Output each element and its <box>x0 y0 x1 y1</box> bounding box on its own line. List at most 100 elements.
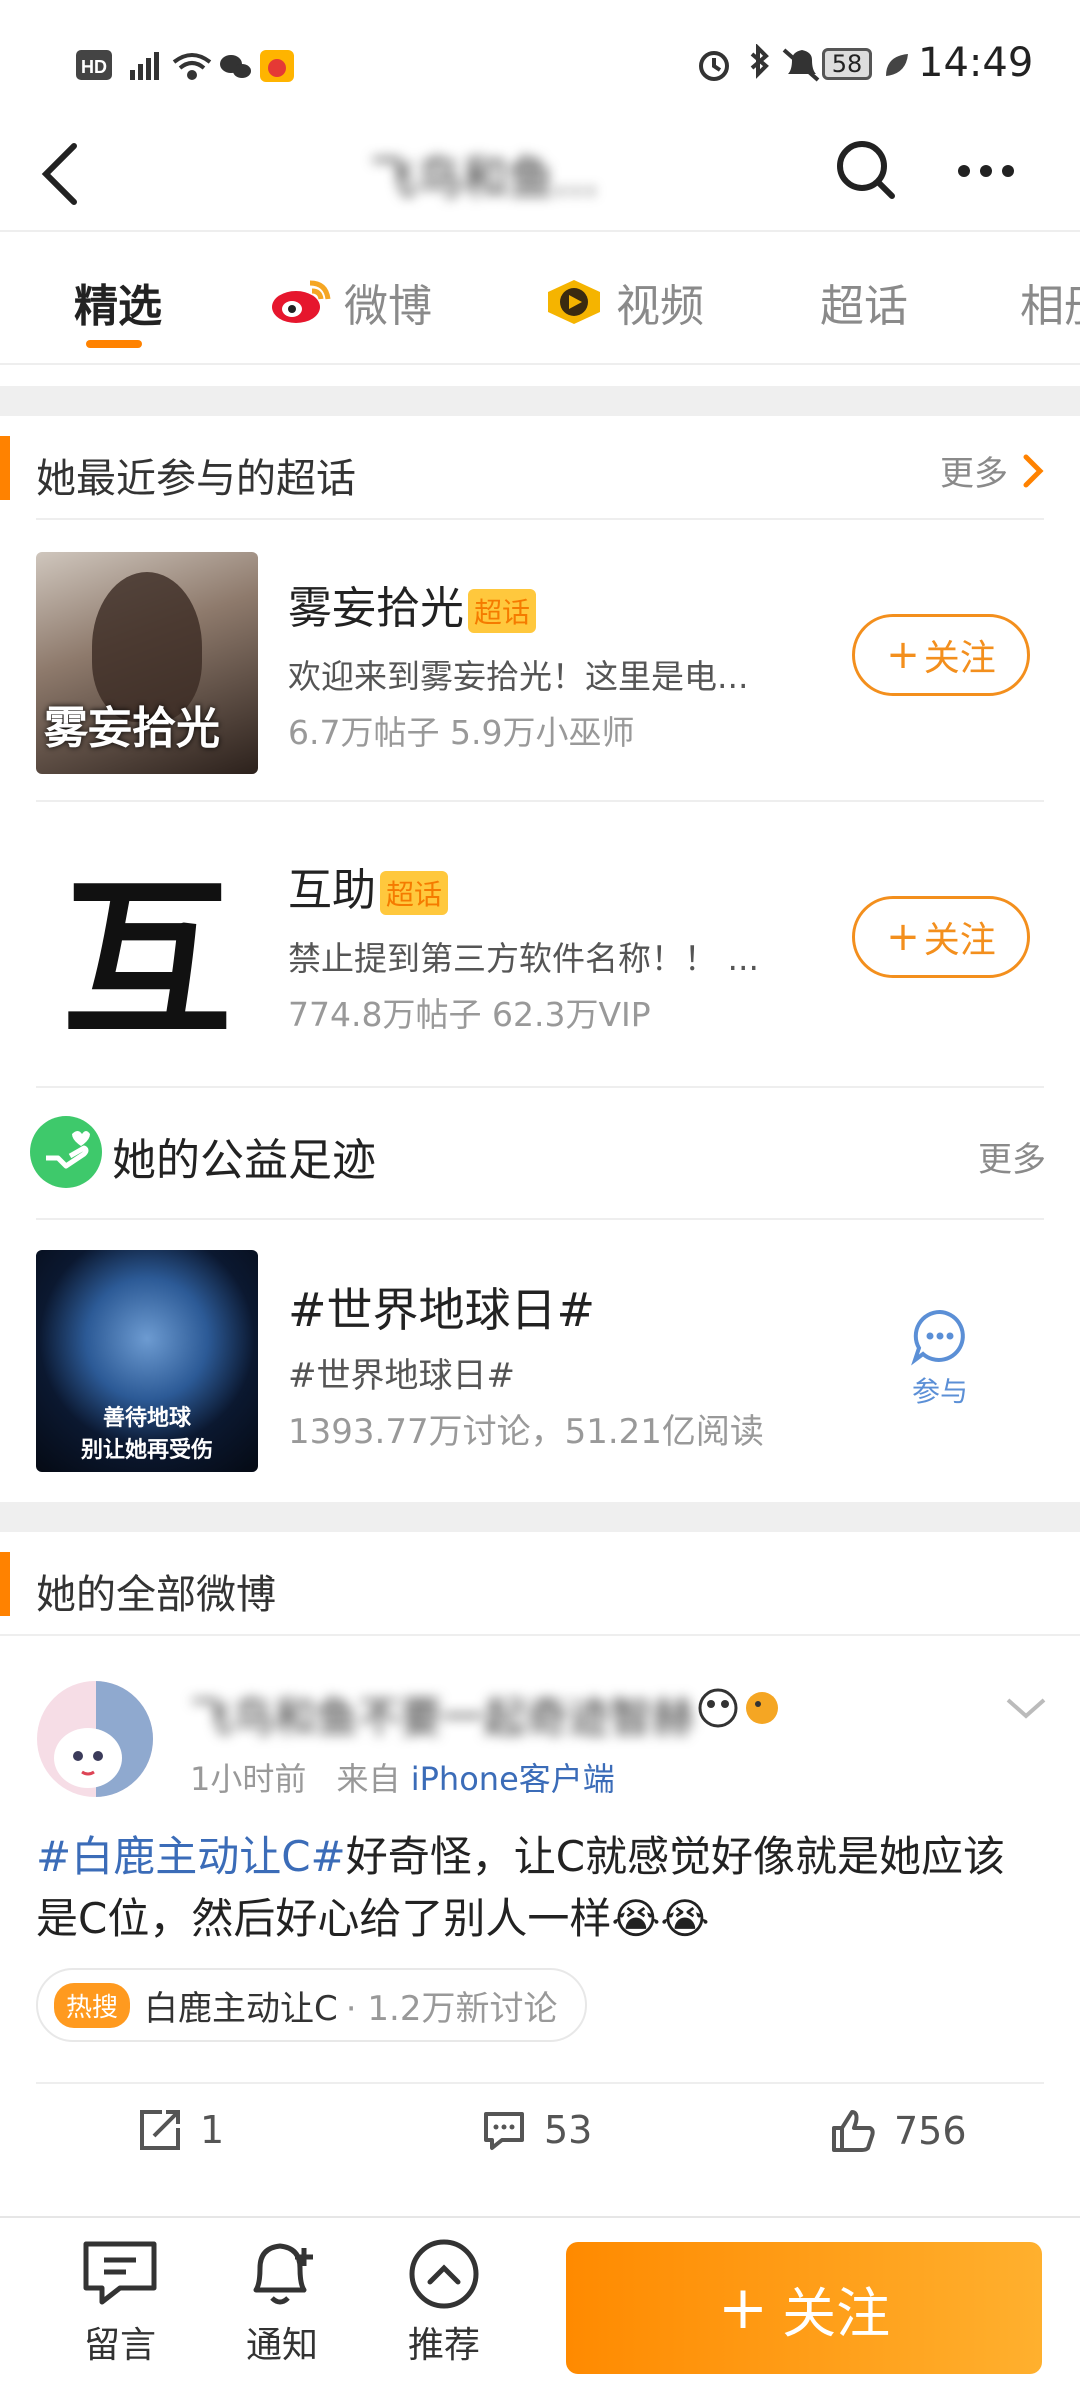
thumbnail-caption-1: 善待地球 <box>102 1405 191 1431</box>
divider <box>36 1086 1044 1088</box>
thumbs-up-icon <box>832 2110 875 2152</box>
follow-user-button[interactable]: + 关注 <box>566 2242 1042 2374</box>
supertopic-section-title: 她最近参与的超话 <box>36 456 356 502</box>
hot-topic-name: 白鹿主动让C <box>144 1988 338 2029</box>
repost-button[interactable]: 1 <box>136 2106 224 2154</box>
chevron-right-icon <box>1023 454 1044 487</box>
plus-icon: + <box>886 914 920 960</box>
charity-section-title: 她的公益足迹 <box>112 1135 376 1186</box>
chevron-up-circle-icon <box>409 2239 479 2309</box>
bell-plus-icon <box>253 2243 313 2305</box>
hot-search-chip[interactable]: 热搜 白鹿主动让C · 1.2万新讨论 <box>36 1968 588 2042</box>
supertopic-description: 欢迎来到雾妄拾光！这里是电... <box>288 657 749 696</box>
mute-icon <box>782 48 820 82</box>
tab-album[interactable]: 相册 <box>1020 270 1080 334</box>
more-options-icon[interactable] <box>956 156 1016 186</box>
app-bar: 飞鸟和鱼... <box>0 120 1080 230</box>
back-icon[interactable] <box>36 138 86 208</box>
supertopic-stats: 6.7万帖子 5.9万小巫师 <box>288 713 635 752</box>
tab-video[interactable]: 视频 <box>542 270 704 334</box>
follow-user-label: 关注 <box>782 2281 891 2345</box>
supertopic-name-text: 雾妄拾光 <box>288 583 464 634</box>
wifi-icon <box>172 53 212 80</box>
supertopic-item[interactable]: 雾妄拾光 雾妄拾光 超话 欢迎来到雾妄拾光！这里是电... 6.7万帖子 5.9万… <box>0 520 1080 800</box>
thumbnail-caption-2: 别让她再受伤 <box>80 1437 213 1463</box>
repost-icon <box>140 2110 180 2150</box>
participate-button[interactable]: 参与 <box>900 1306 980 1410</box>
repost-count: 1 <box>200 2108 225 2152</box>
status-time: 14:49 <box>918 40 1034 86</box>
supertopic-description: 禁止提到第三方软件名称！！ ... <box>288 939 759 978</box>
supertopic-badge: 超话 <box>380 871 449 915</box>
chat-bubble-icon <box>911 1309 965 1366</box>
post-text: #白鹿主动让C#好奇怪，让C就感觉好像就是她应该是C位，然后好心给了别人一样😭😭 <box>36 1826 1036 1950</box>
battery-indicator: 58 <box>822 48 872 80</box>
charity-thumbnail: 善待地球 别让她再受伤 <box>36 1250 258 1472</box>
avatar[interactable] <box>36 1680 154 1798</box>
thumbnail-glyph: 互 <box>61 860 232 1056</box>
post-meta: 1小时前 来自 iPhone客户端 <box>190 1754 615 1800</box>
follow-label: 关注 <box>923 920 996 961</box>
comment-count: 53 <box>544 2108 593 2152</box>
section-accent-bar <box>0 436 10 500</box>
notification-button[interactable]: 通知 <box>222 2236 342 2368</box>
supertopic-name: 雾妄拾光 超话 <box>288 572 537 636</box>
status-left-icons: HD <box>76 50 294 82</box>
follow-label: 关注 <box>923 638 996 679</box>
svg-text:HD: HD <box>81 57 107 77</box>
divider <box>36 2082 1044 2084</box>
comment-icon <box>484 2112 524 2150</box>
author-badge-icons <box>698 1688 778 1728</box>
comment-button[interactable]: 53 <box>480 2106 592 2154</box>
section-accent-bar <box>0 1552 10 1616</box>
app-notification-icon <box>260 50 294 82</box>
charity-topic-subtitle: #世界地球日# <box>288 1356 515 1396</box>
charity-icon <box>30 1116 102 1188</box>
search-icon[interactable] <box>834 136 898 206</box>
post-source-prefix: 来自 <box>336 1760 401 1798</box>
section-gap <box>0 1502 1080 1532</box>
hot-topic-stats: · 1.2万新讨论 <box>345 1988 558 2029</box>
charity-topic-title: #世界地球日# <box>288 1283 596 1337</box>
section-gap <box>0 386 1080 416</box>
message-icon <box>83 2241 157 2305</box>
tab-label: 视频 <box>616 281 704 332</box>
more-label: 更多 <box>940 454 1008 494</box>
supertopic-more-link[interactable]: 更多 <box>940 446 1050 495</box>
charity-item[interactable]: 善待地球 别让她再受伤 #世界地球日# #世界地球日# 1393.77万讨论，5… <box>0 1220 1080 1480</box>
tab-label: 超话 <box>820 281 908 332</box>
supertopic-thumbnail: 互 <box>36 834 258 1056</box>
recommend-button[interactable]: 推荐 <box>384 2236 504 2368</box>
tab-label: 微博 <box>344 281 432 332</box>
charity-topic-stats: 1393.77万讨论，51.21亿阅读 <box>288 1412 764 1452</box>
bottom-action-bar: 留言 通知 推荐 + 关注 <box>0 2216 1080 2388</box>
participate-label: 参与 <box>911 1375 968 1408</box>
supertopic-name-text: 互助 <box>288 865 376 916</box>
supertopic-item[interactable]: 互 互助 超话 禁止提到第三方软件名称！！ ... 774.8万帖子 62.3万V… <box>0 802 1080 1082</box>
tab-supertopic[interactable]: 超话 <box>820 270 908 334</box>
post-time: 1小时前 <box>190 1760 307 1798</box>
wechat-icon <box>220 55 251 78</box>
status-bar: HD 58 14:49 <box>0 0 1080 120</box>
post-hashtag[interactable]: #白鹿主动让C# <box>36 1832 346 1881</box>
follow-button[interactable]: + 关注 <box>852 896 1030 978</box>
post-source[interactable]: iPhone客户端 <box>411 1760 615 1798</box>
tab-label: 相册 <box>1020 281 1080 332</box>
charity-more-link[interactable]: 更多 <box>978 1132 1046 1181</box>
tab-weibo[interactable]: 微博 <box>270 270 432 334</box>
plus-icon: + <box>886 632 920 678</box>
supertopic-name: 互助 超话 <box>288 854 449 918</box>
battery-level: 58 <box>831 50 863 78</box>
bluetooth-icon <box>750 44 769 79</box>
like-button[interactable]: 756 <box>828 2106 967 2156</box>
chevron-down-icon[interactable] <box>1004 1694 1048 1724</box>
weibo-logo-icon <box>272 280 331 323</box>
message-button[interactable]: 留言 <box>60 2236 180 2368</box>
notification-label: 通知 <box>245 2325 318 2366</box>
supertopic-stats: 774.8万帖子 62.3万VIP <box>288 995 651 1034</box>
supertopic-thumbnail: 雾妄拾光 <box>36 552 258 774</box>
tab-featured[interactable]: 精选 <box>74 270 162 334</box>
post-author[interactable]: 飞鸟和鱼不要一起奇迹智赫 <box>190 1684 694 1745</box>
follow-button[interactable]: + 关注 <box>852 614 1030 696</box>
supertopic-badge: 超话 <box>468 589 537 633</box>
